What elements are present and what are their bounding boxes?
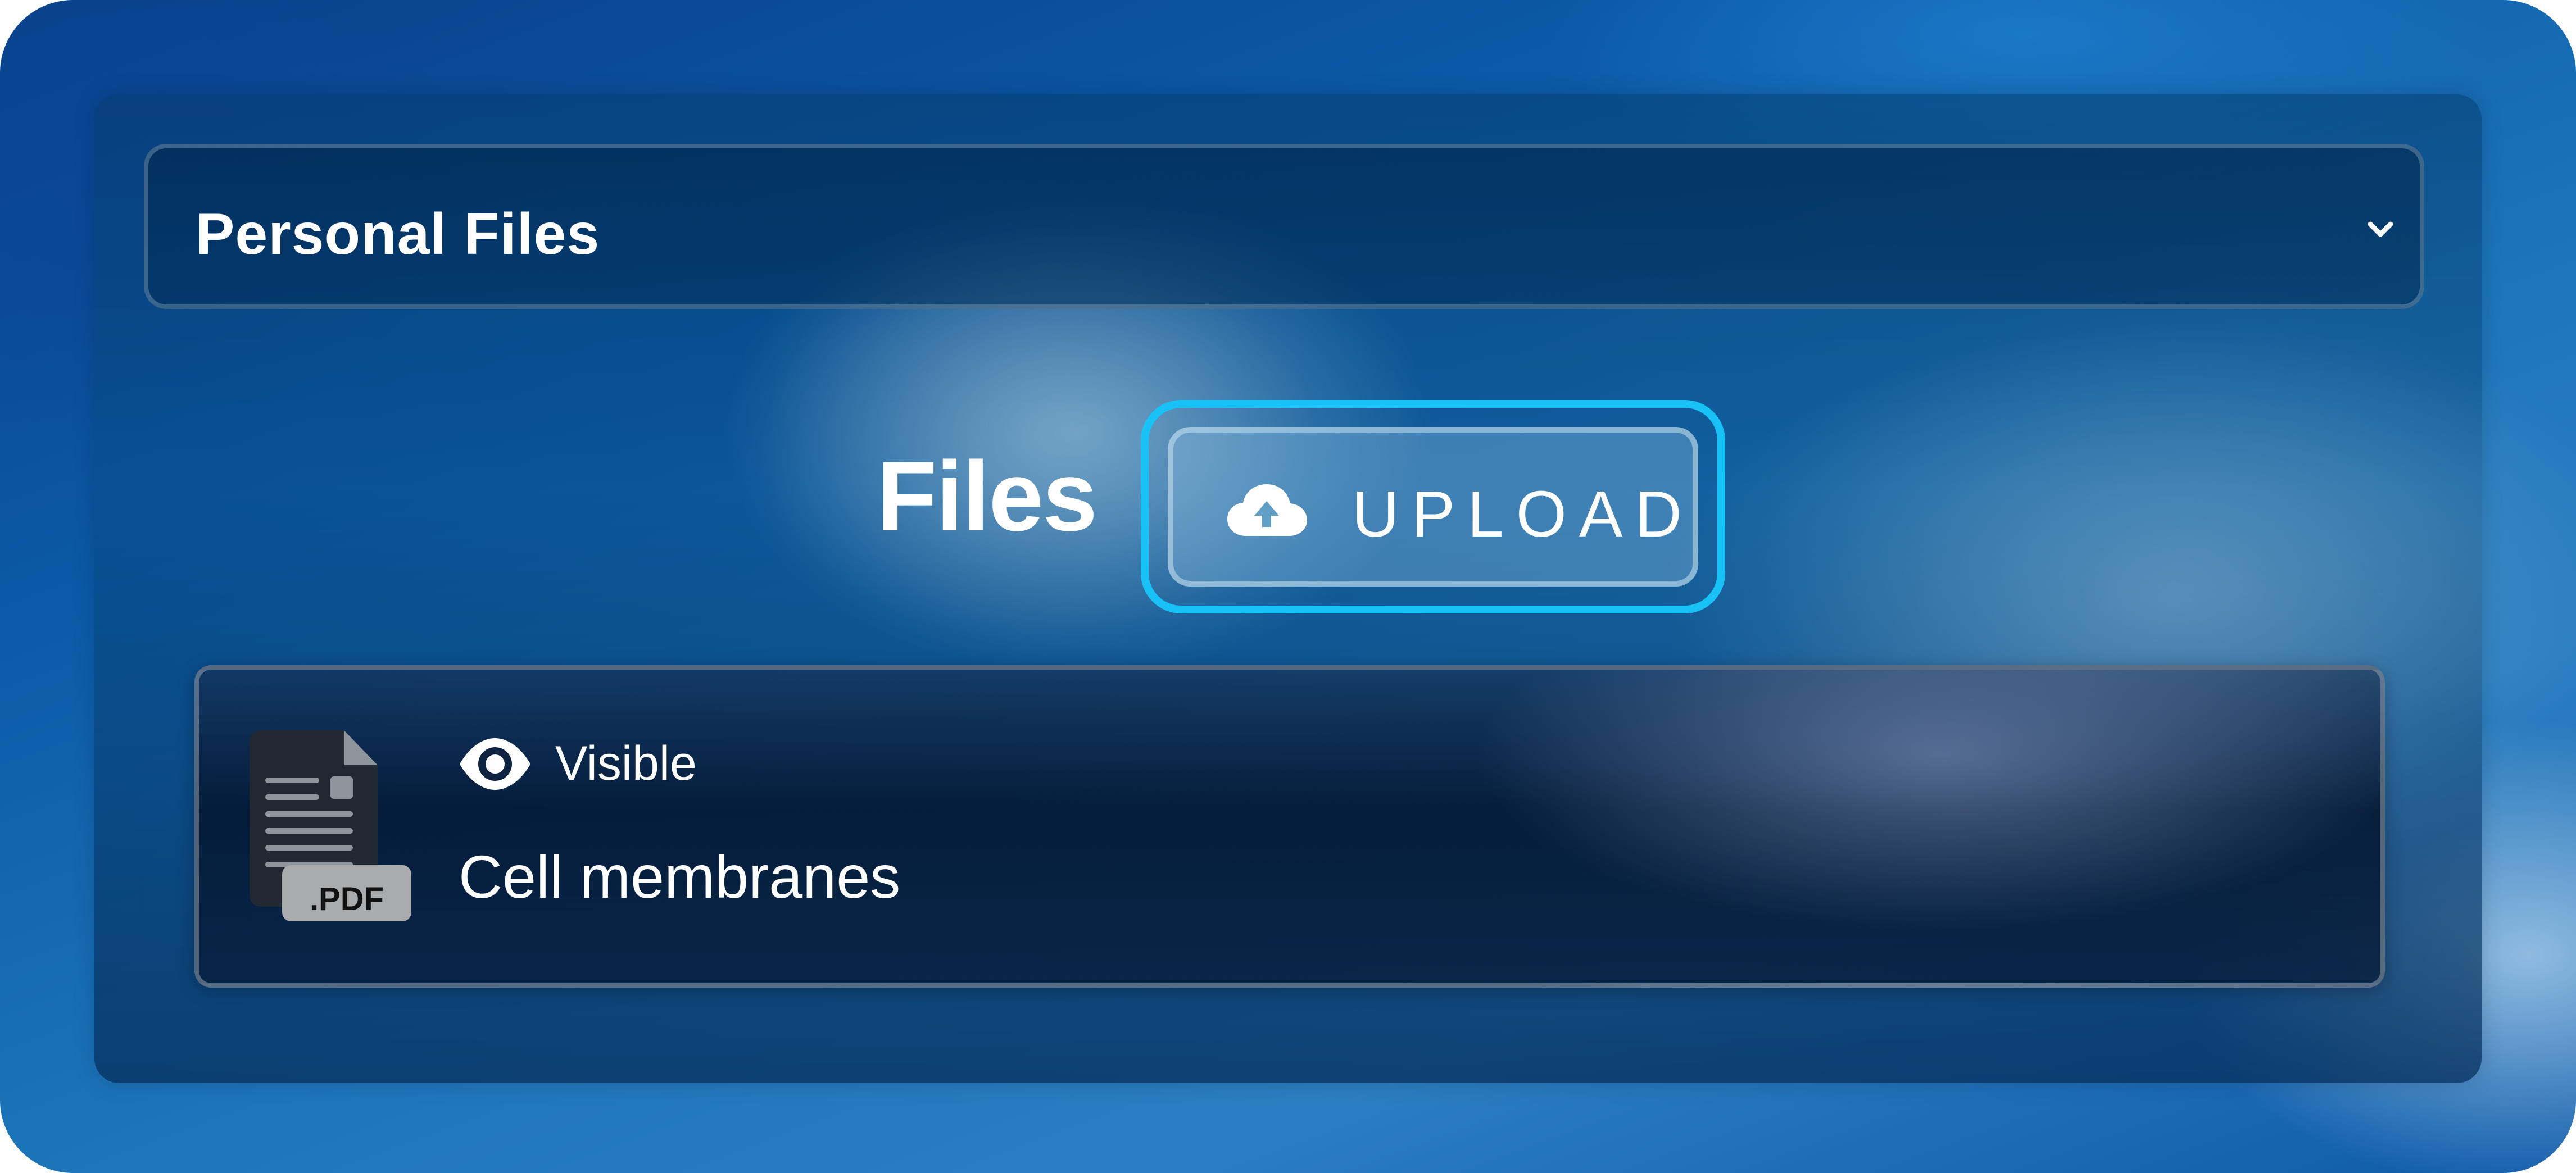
upload-button[interactable]: UPLOAD (1168, 427, 1698, 586)
app-background: Personal Files Files UPLOAD .PDF Visible… (0, 0, 2576, 1173)
files-panel: Personal Files Files UPLOAD .PDF Visible… (94, 94, 2482, 1083)
file-name: Cell membranes (459, 843, 901, 911)
files-heading: Files (877, 442, 1097, 552)
eye-icon (460, 738, 530, 790)
folder-select-value: Personal Files (196, 202, 600, 267)
folder-select[interactable]: Personal Files (144, 144, 2424, 309)
visibility-status: Visible (555, 736, 697, 790)
file-type-label: .PDF (309, 881, 384, 917)
cloud-upload-icon (1227, 484, 1307, 536)
upload-button-label: UPLOAD (1352, 478, 1695, 551)
chevron-down-icon (2368, 221, 2393, 237)
file-item[interactable]: .PDF Visible Cell membranes (194, 665, 2385, 988)
